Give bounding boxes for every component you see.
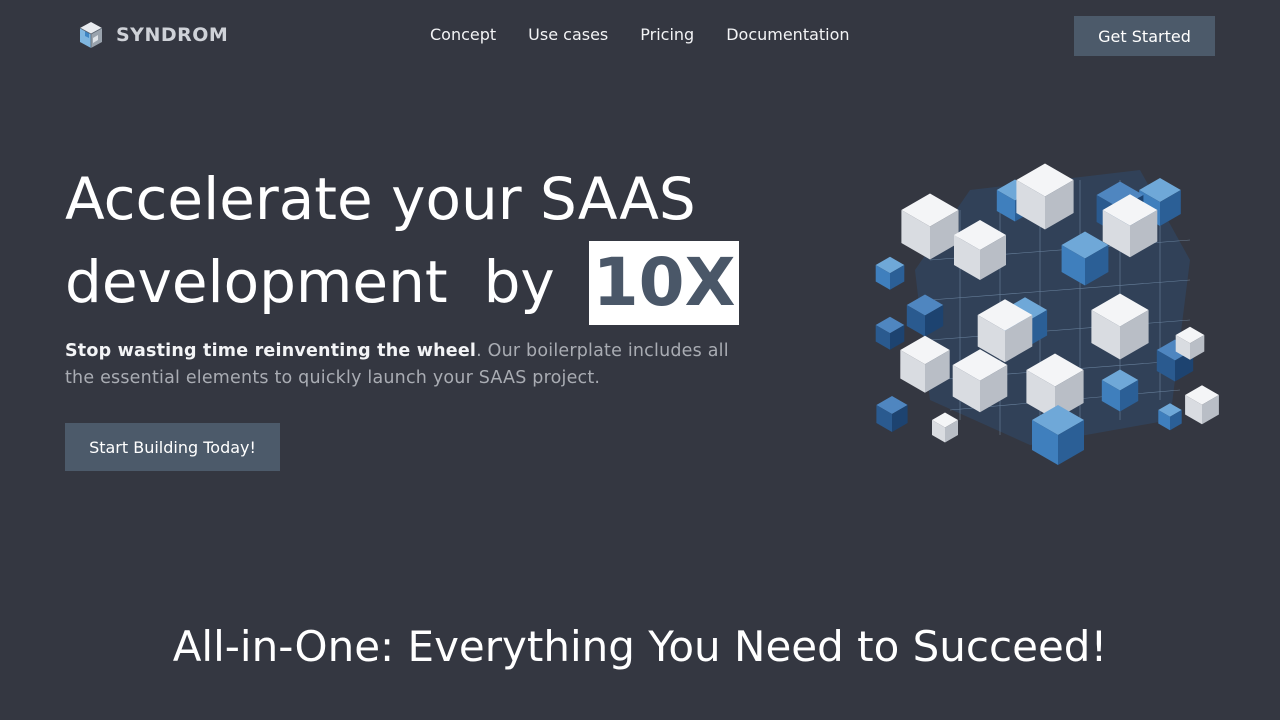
nav-link-use-cases[interactable]: Use cases	[528, 25, 608, 44]
hero-title: Accelerate your SAAS development by 10X	[65, 158, 805, 325]
cube-logo-icon	[79, 22, 103, 48]
hero-title-word-development: development	[65, 248, 448, 316]
nav-link-concept[interactable]: Concept	[430, 25, 496, 44]
hero-subtitle-bold: Stop wasting time reinventing the wheel	[65, 341, 477, 361]
top-navbar: SYNDROM Concept Use cases Pricing Docume…	[0, 0, 1280, 72]
main-nav: Concept Use cases Pricing Documentation	[430, 25, 850, 44]
hero-title-line-2: development by 10X	[65, 241, 805, 325]
brand[interactable]: SYNDROM	[78, 20, 228, 50]
nav-link-documentation[interactable]: Documentation	[726, 25, 849, 44]
get-started-button[interactable]: Get Started	[1074, 16, 1215, 56]
section-title: All-in-One: Everything You Need to Succe…	[172, 622, 1108, 671]
hero-subtitle: Stop wasting time reinventing the wheel.…	[65, 338, 755, 392]
hero-title-line-1: Accelerate your SAAS	[65, 165, 696, 233]
start-building-button[interactable]: Start Building Today!	[65, 423, 280, 471]
nav-link-pricing[interactable]: Pricing	[640, 25, 694, 44]
hero-title-word-by: by	[483, 248, 555, 316]
brand-name: SYNDROM	[116, 24, 229, 46]
cubes-illustration	[875, 163, 1219, 465]
hero-highlight-10x: 10X	[588, 241, 740, 325]
